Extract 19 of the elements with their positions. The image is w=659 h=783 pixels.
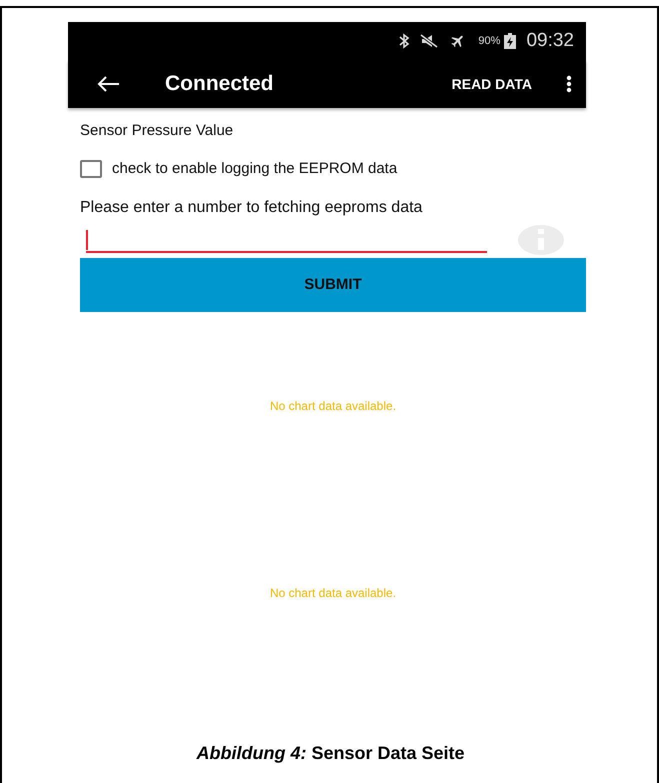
number-input-field[interactable]: [86, 227, 487, 253]
overflow-menu-icon[interactable]: [566, 75, 572, 93]
empty-chart-message: No chart data available.: [270, 584, 396, 602]
empty-chart-message: No chart data available.: [270, 398, 396, 414]
battery-percent: 90%: [478, 34, 500, 49]
read-data-button[interactable]: READ DATA: [452, 74, 532, 94]
figure-caption: Abbildung 4: Sensor Data Seite: [196, 742, 465, 765]
bluetooth-icon: [398, 33, 410, 49]
logging-checkbox[interactable]: [80, 160, 102, 178]
field-label: Please enter a number to fetching eeproms data: [80, 198, 424, 218]
screen-title: Connected: [165, 71, 274, 98]
clock-time: 09:32: [526, 28, 574, 53]
back-arrow-icon[interactable]: [96, 75, 120, 93]
text-cursor: [86, 230, 88, 250]
submit-button[interactable]: SUBMIT: [80, 258, 586, 312]
charging-battery-icon: [504, 33, 516, 49]
section-heading: Sensor Pressure Value: [80, 121, 234, 141]
muted-speaker-icon: [420, 34, 438, 48]
checkbox-label: check to enable logging the EEPROM data: [112, 158, 398, 178]
